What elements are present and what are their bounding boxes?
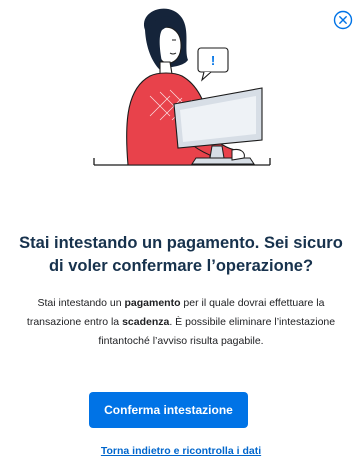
body-bold-payment: pagamento bbox=[124, 297, 181, 309]
dialog-title: Stai intestando un pagamento. Sei sicuro… bbox=[19, 234, 343, 275]
body-bold-deadline: scadenza bbox=[122, 316, 170, 328]
confirm-button[interactable]: Conferma intestazione bbox=[89, 392, 248, 428]
speech-bubble-text: ! bbox=[211, 53, 215, 68]
body-part-1: Stai intestando un bbox=[37, 297, 125, 309]
dialog-body: Stai intestando un pagamento per il qual… bbox=[24, 294, 338, 351]
back-link[interactable]: Torna indietro e ricontrolla i dati bbox=[0, 445, 362, 457]
person-at-computer-illustration: ! bbox=[93, 8, 271, 166]
